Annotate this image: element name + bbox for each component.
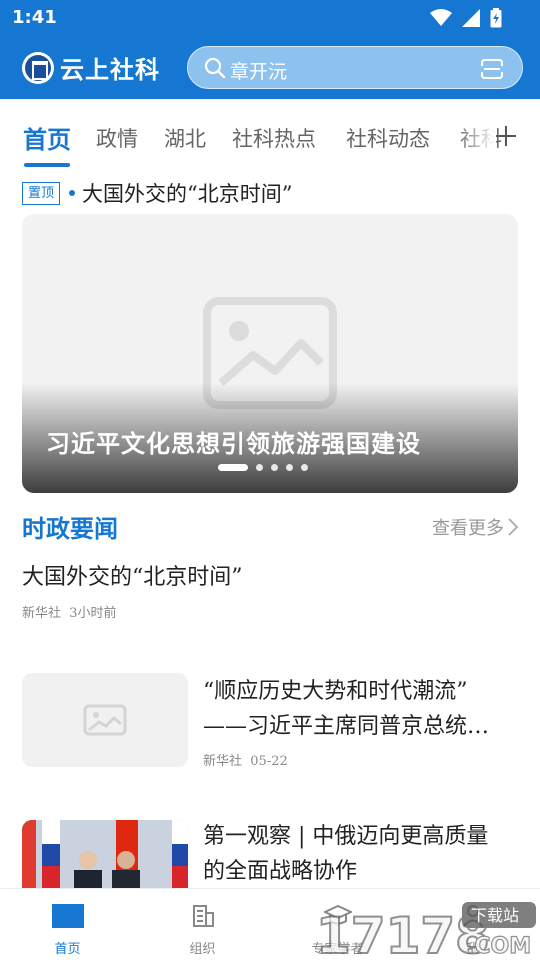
- news-source: 新华社: [22, 606, 62, 621]
- news-title[interactable]: “顺应历史大势和时代潮流” ——习近平主席同普京总统…: [203, 674, 519, 744]
- news-thumbnail[interactable]: [22, 820, 188, 890]
- wifi-icon: [430, 9, 452, 26]
- svg-text:.COM: .COM: [466, 934, 531, 959]
- category-tabs: 首页 政情 湖北 社科热点 社科动态 社科: [0, 99, 540, 173]
- status-bar: 1:41: [0, 0, 540, 36]
- view-more-link[interactable]: 查看更多: [432, 514, 518, 540]
- pinned-badge: 置顶: [22, 181, 61, 205]
- banner-carousel[interactable]: 习近平文化思想引领旅游强国建设: [22, 214, 518, 493]
- chevron-right-icon: [508, 518, 518, 536]
- banner-title: 习近平文化思想引领旅游强国建设: [46, 429, 421, 458]
- tab-hot-topics[interactable]: 社科热点: [232, 123, 316, 153]
- tab-home[interactable]: 首页: [23, 120, 71, 155]
- tab-politics[interactable]: 政情: [96, 123, 138, 153]
- news-source: 新华社: [203, 754, 243, 769]
- tab-active-indicator: [24, 163, 70, 167]
- app-logo-icon: [22, 51, 54, 84]
- news-photo: [22, 820, 188, 890]
- app-brand: 云上社科: [22, 50, 160, 85]
- view-more-label: 查看更多: [432, 518, 504, 539]
- news-time: 3小时前: [69, 606, 117, 621]
- home-icon: [51, 904, 84, 928]
- pinned-item[interactable]: 置顶 大国外交的“北京时间”: [22, 178, 293, 208]
- carousel-dot[interactable]: [218, 464, 248, 471]
- nav-organization[interactable]: 组织: [135, 889, 270, 960]
- building-icon: [192, 905, 214, 927]
- bullet-dot: [69, 190, 76, 196]
- carousel-dot[interactable]: [256, 464, 263, 471]
- app-name: 云上社科: [60, 55, 160, 84]
- nav-label: 首页: [54, 942, 81, 957]
- news-meta: 新华社 05-22: [203, 750, 288, 769]
- search-bar[interactable]: 章开沅: [187, 46, 523, 89]
- tab-hubei[interactable]: 湖北: [164, 123, 206, 153]
- carousel-dot[interactable]: [286, 464, 293, 471]
- news-title-line: 第一观察 | 中俄迈向更高质量: [203, 824, 489, 849]
- search-icon: [204, 57, 226, 79]
- news-title[interactable]: 大国外交的“北京时间”: [22, 559, 243, 591]
- search-input[interactable]: 章开沅: [230, 57, 287, 84]
- battery-icon: [490, 8, 502, 28]
- news-thumbnail[interactable]: [22, 673, 188, 767]
- nav-home[interactable]: 首页: [0, 889, 135, 960]
- tab-news[interactable]: 社科动态: [346, 123, 430, 153]
- news-title-line: 的全面战略协作: [203, 859, 358, 884]
- carousel-dot[interactable]: [271, 464, 278, 471]
- add-tab-icon[interactable]: [494, 117, 520, 157]
- news-meta: 新华社 3小时前: [22, 602, 117, 621]
- news-title-line: ——习近平主席同普京总统…: [203, 714, 490, 739]
- tab-fade: [456, 113, 496, 157]
- nav-label: 组织: [189, 942, 216, 957]
- svg-text:下载站: 下载站: [471, 906, 519, 925]
- news-title[interactable]: 第一观察 | 中俄迈向更高质量 的全面战略协作: [203, 819, 519, 889]
- news-time: 05-22: [250, 754, 288, 769]
- status-icons: [430, 8, 502, 28]
- watermark-logo: 17178 下载站 .COM: [316, 902, 536, 960]
- carousel-indicator: [218, 464, 308, 471]
- status-time: 1:41: [12, 7, 57, 28]
- signal-icon: [462, 9, 480, 27]
- section-title: 时政要闻: [22, 514, 118, 543]
- news-title-line: “顺应历史大势和时代潮流”: [203, 679, 468, 704]
- carousel-dot[interactable]: [301, 464, 308, 471]
- pinned-title: 大国外交的“北京时间”: [82, 182, 293, 206]
- scan-icon[interactable]: [480, 58, 504, 80]
- app-header: 1:41 云上社科 章开沅: [0, 0, 540, 99]
- image-placeholder-icon: [83, 704, 127, 736]
